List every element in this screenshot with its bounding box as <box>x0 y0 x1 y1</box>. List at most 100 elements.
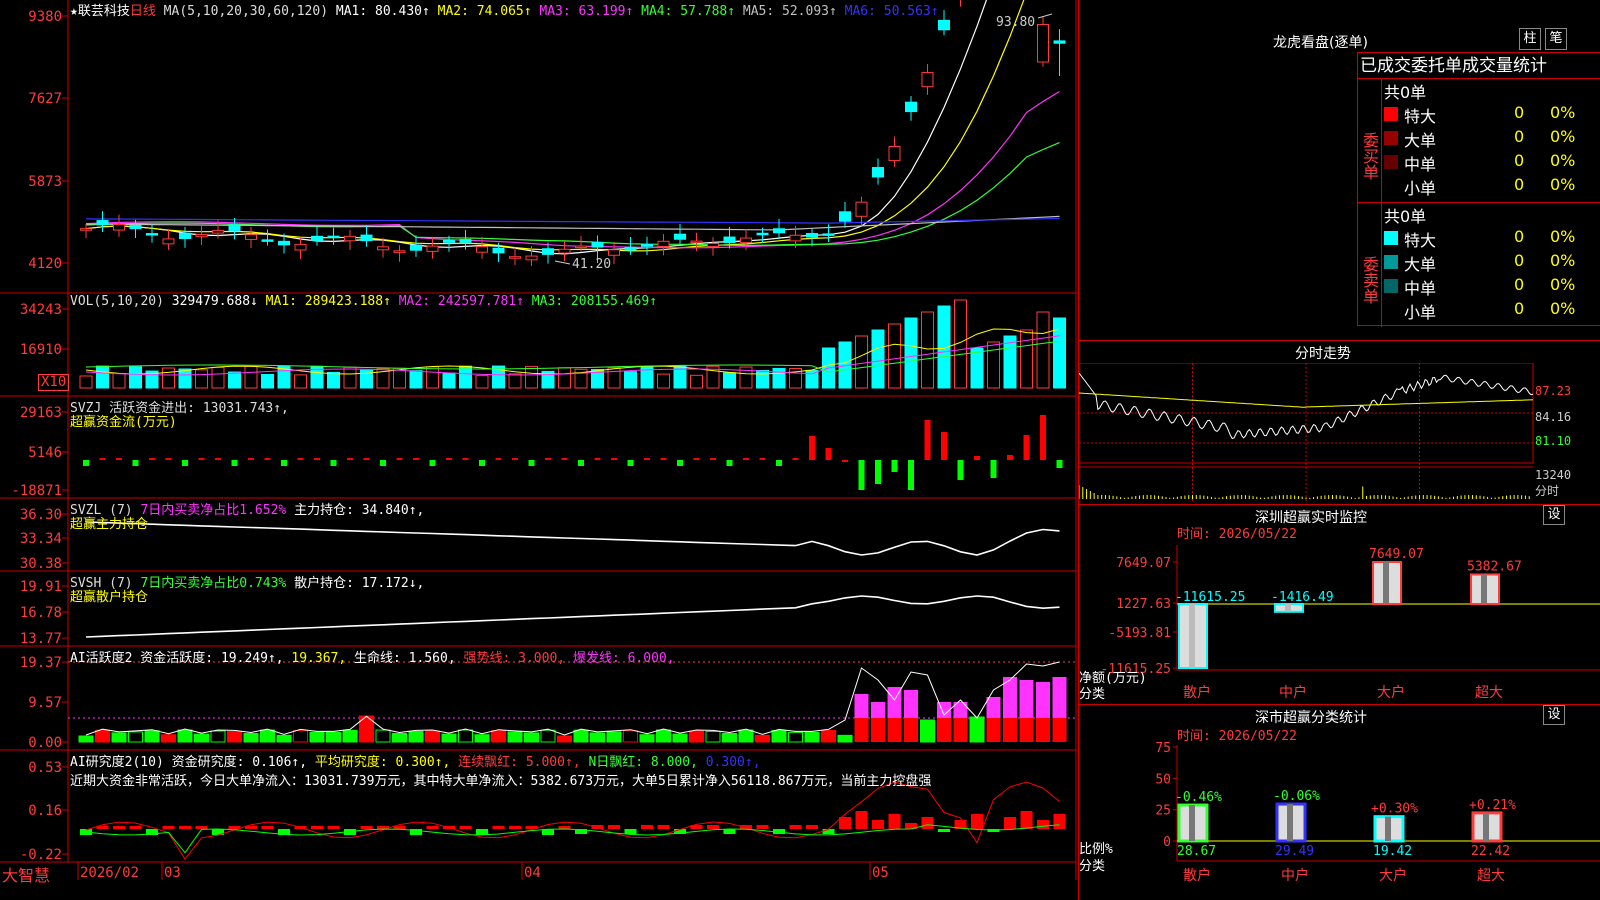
volume-bar <box>96 365 109 389</box>
activity-bar <box>722 732 737 743</box>
fund-flow-bar <box>924 420 931 460</box>
activity-base-bar <box>854 718 869 742</box>
sz-category-bar <box>1177 803 1209 843</box>
aiyjd-ytick: 0.53 <box>28 760 62 776</box>
candle <box>740 237 752 243</box>
candle <box>113 223 125 231</box>
color-swatch <box>1384 231 1398 245</box>
candle <box>641 243 653 247</box>
fund-flow-bar <box>891 460 898 472</box>
ai-comment: 近期大资金非常活跃，今日大单净流入：13031.739万元，其中特大单净流入：5… <box>70 774 932 789</box>
research-bar <box>327 826 340 829</box>
order-count: 0 <box>1514 103 1525 122</box>
volume-bar <box>921 311 934 389</box>
fund-flow-bar <box>264 458 271 460</box>
aiyjd-item-3: N日飘红: 8.000, <box>588 755 706 770</box>
candle <box>855 201 868 217</box>
sell-label: 委卖单 <box>1358 203 1382 327</box>
fund-flow-bar <box>281 460 287 466</box>
fund-flow-bar <box>594 458 601 460</box>
activity-bar <box>837 734 853 743</box>
activity-bar <box>293 729 308 743</box>
research-bar <box>806 825 818 829</box>
volume-bar <box>690 374 703 389</box>
lhkp-title: 龙虎看盘(逐单) <box>1273 35 1368 51</box>
sz-category-name: 超大 <box>1477 868 1505 884</box>
fund-flow-bar <box>693 458 700 460</box>
vol-unit: X10 <box>38 374 70 391</box>
volume-bar <box>904 317 918 389</box>
sz-category-bar <box>1471 811 1503 843</box>
activity-bar <box>557 735 572 743</box>
candle <box>179 232 191 240</box>
order-size-name: 中单 <box>1404 155 1437 174</box>
research-red-line <box>85 781 1060 860</box>
volume-bar <box>244 365 258 389</box>
activity-bar <box>755 734 770 743</box>
research-bar <box>938 829 950 832</box>
activity-base-bar <box>1003 718 1017 742</box>
sz-category-name: 散户 <box>1183 867 1211 884</box>
research-bar <box>888 814 901 829</box>
order-count: 0 <box>1514 275 1525 294</box>
research-bar <box>492 826 505 829</box>
sz-monitor-axis-label: 净额(万元) <box>1079 671 1147 686</box>
research-bar <box>509 826 521 829</box>
svzj-subtitle: 超赢资金流(万元) <box>70 415 177 430</box>
activity-base-bar <box>937 718 951 742</box>
fund-flow-bar <box>726 460 733 466</box>
candle <box>278 240 290 246</box>
volume-bar <box>855 335 868 389</box>
volume-bar <box>1036 311 1050 389</box>
ma-item-0: MA1: 80.430↑ <box>335 4 438 19</box>
candle <box>542 248 554 255</box>
sz-category-ytick: 75 <box>1155 741 1171 756</box>
aiyjd-ytick: -0.22 <box>20 847 62 863</box>
svsh-ytick: 13.77 <box>20 631 62 647</box>
ma-item-4: MA5: 52.093↑ <box>742 4 845 19</box>
research-bar <box>179 826 191 829</box>
order-count: 0 <box>1514 227 1525 246</box>
sz-monitor-ytick: -5193.81 <box>1108 626 1171 641</box>
intraday-ytick: 84.16 <box>1535 410 1571 424</box>
aiyjd-item-2: 连续飘红: 5.000↑, <box>458 755 589 770</box>
sz-monitor-chart: 时间: 2026/05/22 7649.07 1227.63 -5193.81 -116… <box>1079 527 1600 702</box>
fund-flow-bar <box>561 458 568 460</box>
candle <box>410 244 422 251</box>
low-arrow <box>554 260 571 265</box>
research-bar <box>872 820 884 829</box>
research-bar <box>756 825 769 829</box>
sz-category-chart: 时间: 2026/05/22 75 50 25 0 比例% 分类 -0.46% 28.67 散户 -… <box>1079 729 1600 884</box>
activity-bar <box>375 729 391 743</box>
sz-category-time: 时间: 2026/05/22 <box>1177 729 1297 744</box>
stock-title: ★联芸科技 <box>70 4 130 19</box>
sz-category-name: 大户 <box>1379 867 1407 884</box>
intraday-ytick: 87.23 <box>1535 384 1571 398</box>
activity-bar <box>458 729 473 743</box>
sz-category-ytick: 25 <box>1155 804 1171 819</box>
candle <box>426 245 439 252</box>
research-bar <box>1053 814 1066 829</box>
candle <box>905 101 917 113</box>
vol-item-3: MA2: 242597.781↑ <box>398 294 532 309</box>
activity-bar <box>788 731 803 743</box>
sz-category-axis-label2: 分类 <box>1079 859 1105 874</box>
candle <box>608 249 620 256</box>
column-view-button[interactable]: 柱 <box>1519 28 1541 50</box>
candle <box>723 236 736 244</box>
intraday-panel[interactable]: 分时走势 87.23 84.16 81.10 13240 分时 <box>1078 340 1600 504</box>
color-swatch <box>1384 303 1398 317</box>
intraday-vol-label: 13240 <box>1535 468 1571 482</box>
sz-monitor-bar <box>1470 573 1500 606</box>
activity-bar <box>507 731 523 743</box>
research-bar <box>476 829 488 835</box>
research-bar <box>707 825 719 829</box>
date-label: 04 <box>524 865 541 881</box>
tick-view-button[interactable]: 笔 <box>1545 28 1567 50</box>
fund-flow-bar <box>380 460 386 466</box>
svzl-item-2: 主力持仓: 34.840↑, <box>294 503 425 518</box>
activity-bar <box>326 731 341 743</box>
buy-row: 特大 0 0% <box>1384 103 1600 126</box>
candle <box>261 239 274 242</box>
activity-bar <box>804 731 820 743</box>
